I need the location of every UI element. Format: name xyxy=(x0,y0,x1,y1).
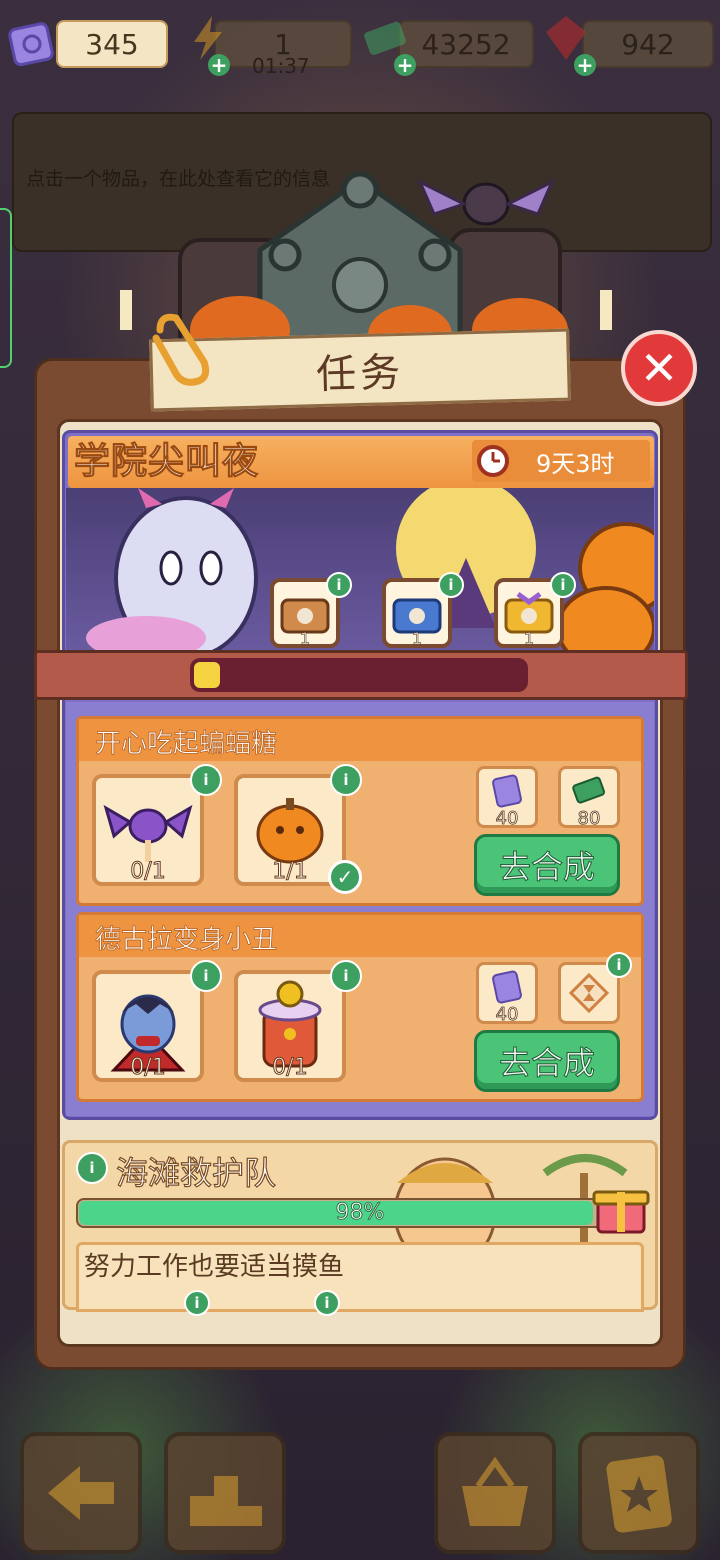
info-icon[interactable]: i xyxy=(190,764,222,796)
task-reward: 80 xyxy=(558,766,620,830)
reward-amount: 80 xyxy=(577,808,601,830)
close-icon: ✕ xyxy=(639,341,679,395)
item-progress: 0/1 xyxy=(130,1055,166,1081)
paperclip-icon xyxy=(152,313,210,386)
ticket-icon xyxy=(8,22,54,67)
ticket-icon xyxy=(492,970,522,1004)
reward-amount: 40 xyxy=(495,1004,519,1026)
event-timer: 9天3时 xyxy=(472,440,650,482)
add-gems-button[interactable]: + xyxy=(574,54,596,76)
task-title: 开心吃起蝙蝠糖 xyxy=(95,729,278,760)
chest-count: 1 xyxy=(299,629,311,649)
item-progress: 1/1 xyxy=(272,859,308,885)
gift-box-icon[interactable] xyxy=(592,1176,650,1236)
energy-timer: 01:37 xyxy=(252,54,310,78)
gems-counter[interactable]: 942 xyxy=(582,20,714,68)
item-progress: 0/1 xyxy=(272,1055,308,1081)
event-scene xyxy=(66,488,654,652)
reward-amount: 40 xyxy=(495,808,519,830)
tickets-counter[interactable]: 345 xyxy=(56,20,168,68)
cash-counter[interactable]: 43252 xyxy=(398,20,534,68)
event-time-left: 9天3时 xyxy=(536,449,615,478)
task-reward: 40 xyxy=(476,962,538,1026)
add-cash-button[interactable]: + xyxy=(394,54,416,76)
beach-title: 海滩救护队 xyxy=(115,1153,277,1192)
clock-icon xyxy=(477,445,509,477)
star-card-icon xyxy=(606,1455,672,1533)
info-icon[interactable]: i xyxy=(184,1290,210,1316)
task-item-slot[interactable]: 0/1 xyxy=(234,970,346,1082)
podium-icon xyxy=(190,1476,262,1526)
side-tab[interactable] xyxy=(0,208,12,368)
go-merge-button[interactable]: 去合成 xyxy=(474,1030,620,1092)
collection-button[interactable] xyxy=(578,1432,700,1554)
event-title: 学院尖叫夜 xyxy=(73,441,260,483)
cash-icon xyxy=(572,776,606,804)
shop-basket-button[interactable] xyxy=(434,1432,556,1554)
back-arrow-icon xyxy=(48,1466,114,1520)
event-progress-fill xyxy=(194,662,220,688)
beach-sub-task-title: 努力工作也要适当摸鱼 xyxy=(84,1252,345,1282)
info-icon[interactable]: i xyxy=(550,572,576,598)
info-icon[interactable]: i xyxy=(438,572,464,598)
task-title: 德古拉变身小丑 xyxy=(95,925,278,956)
task-item-slot[interactable]: 0/1 xyxy=(92,774,204,886)
info-icon[interactable]: i xyxy=(314,1290,340,1316)
beach-progress-label: 98% xyxy=(335,1200,385,1226)
chest-count: 1 xyxy=(411,629,423,649)
ticket-icon xyxy=(492,774,522,808)
tickets-value: 345 xyxy=(85,27,139,61)
event-progress-track xyxy=(190,658,528,692)
chest-count: 1 xyxy=(523,629,535,649)
info-icon[interactable]: i xyxy=(76,1152,108,1184)
gems-value: 942 xyxy=(621,27,675,61)
task-reward: 40 xyxy=(476,766,538,830)
back-button[interactable] xyxy=(20,1432,142,1554)
leaderboard-button[interactable] xyxy=(164,1432,286,1554)
close-button[interactable]: ✕ xyxy=(621,330,697,406)
info-icon[interactable]: i xyxy=(330,764,362,796)
task-item-slot[interactable]: 0/1 xyxy=(92,970,204,1082)
go-merge-button[interactable]: 去合成 xyxy=(474,834,620,896)
info-icon[interactable]: i xyxy=(606,952,632,978)
halloween-scene-illustration xyxy=(86,488,654,652)
basket-icon xyxy=(462,1456,528,1526)
item-progress: 0/1 xyxy=(130,859,166,885)
check-icon: ✓ xyxy=(328,860,362,894)
info-icon[interactable]: i xyxy=(190,960,222,992)
cash-value: 43252 xyxy=(421,27,511,61)
info-icon[interactable]: i xyxy=(326,572,352,598)
info-icon[interactable]: i xyxy=(330,960,362,992)
add-energy-button[interactable]: + xyxy=(208,54,230,76)
